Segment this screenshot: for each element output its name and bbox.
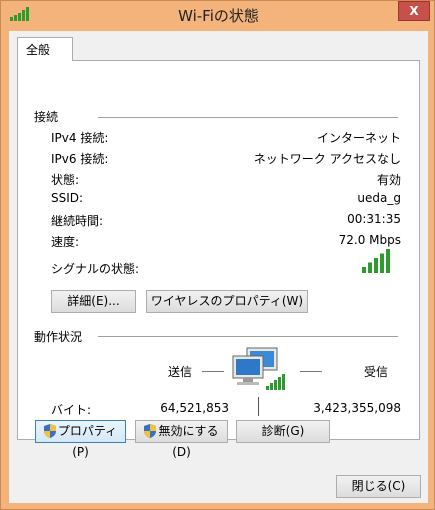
ssid-value: ueda_g: [357, 191, 401, 205]
activity-section-title: 動作状況: [34, 330, 83, 344]
title-close-button[interactable]: X: [398, 1, 430, 21]
bytes-label: バイト:: [51, 403, 92, 417]
signal-label: シグナルの状態:: [51, 262, 140, 276]
ssid-label: SSID:: [51, 191, 84, 205]
window-title: Wi-Fiの状態: [178, 7, 259, 25]
properties-button-label: プロパティ(P): [57, 424, 118, 459]
signal-bar: [380, 253, 384, 273]
bytes-divider: [258, 397, 259, 416]
signal-bar: [374, 258, 378, 273]
network-computers-icon: [232, 347, 285, 390]
ipv6-value: ネットワーク アクセスなし: [253, 152, 401, 166]
speed-label: 速度:: [51, 235, 80, 249]
uac-shield-icon: [43, 424, 56, 438]
signal-bar: [362, 267, 366, 273]
bytes-sent-value: 64,521,853: [160, 401, 229, 415]
status-value: 有効: [376, 173, 401, 187]
duration-label: 継続時間:: [51, 214, 104, 228]
client-area: 全般 接続 IPv4 接続: インターネット IPv6 接続: ネットワーク ア…: [9, 31, 428, 503]
bytes-received-value: 3,423,355,098: [313, 401, 401, 415]
section-divider: [98, 336, 398, 337]
received-line: [300, 371, 322, 372]
duration-value: 00:31:35: [347, 212, 401, 226]
details-button[interactable]: 詳細(E)...: [51, 290, 136, 313]
received-label: 受信: [364, 365, 389, 379]
disable-button[interactable]: 無効にする(D): [135, 420, 228, 459]
properties-button[interactable]: プロパティ(P): [35, 420, 126, 459]
ipv4-label: IPv4 接続:: [51, 131, 109, 145]
uac-shield-icon: [144, 424, 157, 438]
tab-panel: 接続 IPv4 接続: インターネット IPv6 接続: ネットワーク アクセス…: [17, 60, 420, 440]
wireless-properties-button[interactable]: ワイヤレスのプロパティ(W): [146, 290, 308, 313]
close-button[interactable]: 閉じる(C): [336, 475, 421, 498]
diagnose-button[interactable]: 診断(G): [236, 420, 330, 443]
ipv4-value: インターネット: [316, 131, 401, 145]
ipv6-label: IPv6 接続:: [51, 152, 109, 166]
section-divider: [98, 117, 398, 118]
sent-line: [202, 371, 224, 372]
signal-bar: [368, 262, 372, 273]
signal-bar: [386, 249, 390, 273]
connection-section-title: 接続: [34, 110, 59, 124]
status-label: 状態:: [51, 173, 80, 187]
signal-strength-icon: [362, 249, 390, 273]
speed-value: 72.0 Mbps: [338, 233, 401, 247]
tab-general[interactable]: 全般: [17, 37, 73, 61]
dialog-window: Wi-Fiの状態 X 全般 接続 IPv4 接続: インターネット IPv6 接…: [0, 0, 435, 510]
title-bar[interactable]: Wi-Fiの状態 X: [1, 1, 435, 30]
disable-button-label: 無効にする(D): [158, 424, 219, 459]
sent-label: 送信: [168, 365, 193, 379]
